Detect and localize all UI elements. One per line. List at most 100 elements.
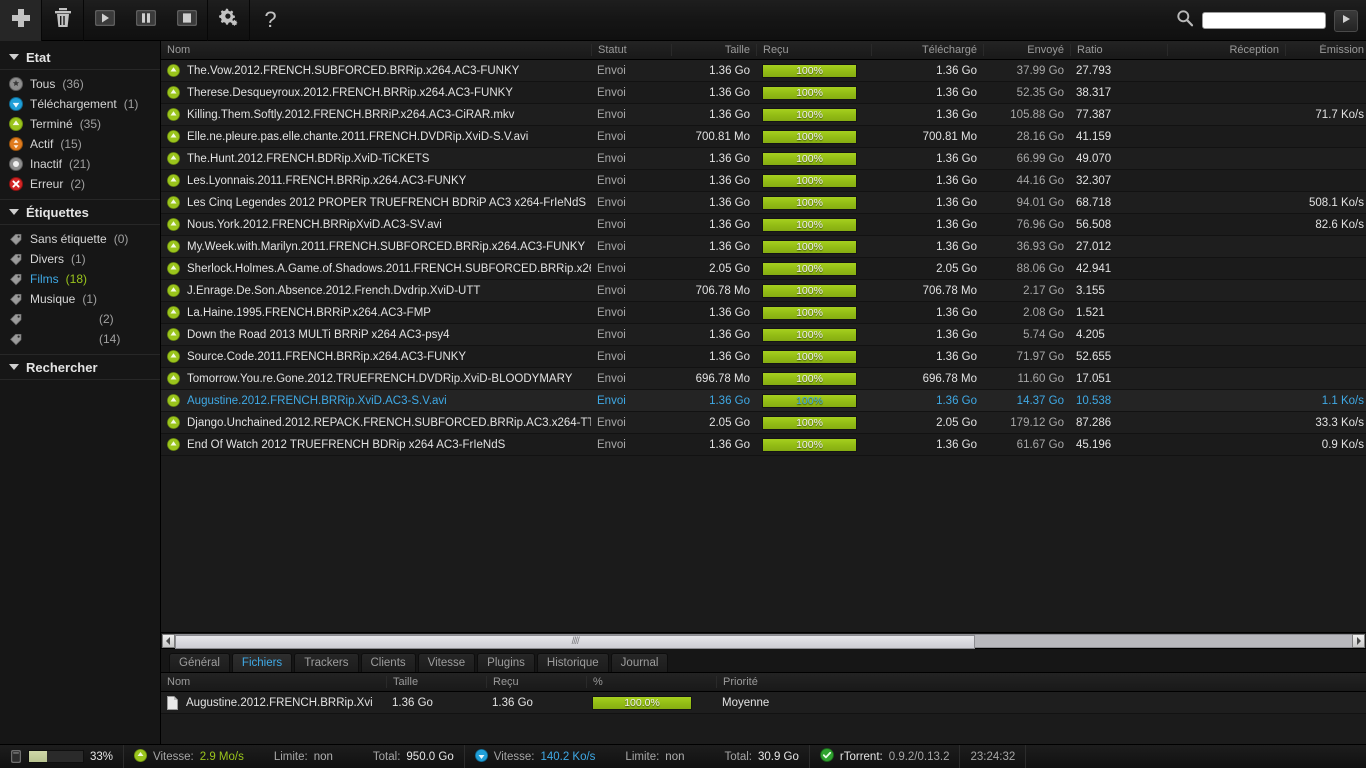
torrent-row[interactable]: Les.Lyonnais.2011.FRENCH.BRRip.x264.AC3-…	[161, 170, 1366, 192]
pause-button[interactable]	[125, 0, 166, 41]
sidebar-item-count: (2)	[99, 312, 114, 326]
torrent-row[interactable]: Nous.York.2012.FRENCH.BRRipXviD.AC3-SV.a…	[161, 214, 1366, 236]
tab-historique[interactable]: Historique	[537, 653, 609, 672]
help-button[interactable]: ?	[250, 0, 291, 41]
tab-journal[interactable]: Journal	[611, 653, 669, 672]
scroll-left-arrow[interactable]	[162, 634, 175, 648]
tab-trackers[interactable]: Trackers	[294, 653, 358, 672]
add-torrent-button[interactable]	[0, 0, 41, 41]
column-header-down-speed[interactable]: Réception	[1167, 44, 1285, 56]
file-column-header-nom[interactable]: Nom	[161, 676, 386, 688]
file-column-header-taille[interactable]: Taille	[386, 676, 486, 688]
search-input[interactable]	[1202, 12, 1326, 29]
sidebar-section-rechercher[interactable]: Rechercher	[0, 355, 160, 380]
sidebar-item-termin[interactable]: Terminé(35)	[0, 114, 160, 134]
column-header-uploaded[interactable]: Envoyé	[983, 44, 1070, 56]
sidebar-item-films[interactable]: Films(18)	[0, 269, 160, 289]
stop-button[interactable]	[166, 0, 207, 41]
disk-usage-cell[interactable]: 33%	[0, 745, 124, 768]
download-speed-cell: Vitesse: 140.2 Ko/s Limite: non Total: 3…	[465, 745, 810, 768]
file-row[interactable]: Augustine.2012.FRENCH.BRRip.Xvi1.36 Go1.…	[161, 692, 1366, 714]
column-header-name[interactable]: Nom	[161, 44, 591, 56]
torrent-name-text: Nous.York.2012.FRENCH.BRRipXviD.AC3-SV.a…	[187, 219, 442, 231]
progress-bar-label: 100%	[763, 373, 856, 385]
progress-bar-label: 100%	[763, 219, 856, 231]
torrent-row[interactable]: Down the Road 2013 MULTi BRRiP x264 AC3-…	[161, 324, 1366, 346]
sidebar-item-t-l-chargement[interactable]: Téléchargement(1)	[0, 94, 160, 114]
column-header-percent[interactable]: Reçu	[756, 44, 871, 56]
torrent-name-text: My.Week.with.Marilyn.2011.FRENCH.SUBFORC…	[187, 241, 585, 253]
remove-torrent-button[interactable]	[42, 0, 83, 41]
file-column-header-re-u[interactable]: Reçu	[486, 676, 586, 688]
sidebar-item-untitled[interactable]: (14)	[0, 329, 160, 349]
scrollbar-thumb[interactable]: ////	[175, 635, 975, 649]
scrollbar-track[interactable]: ////	[175, 634, 1352, 648]
toolbar-group-transport	[84, 0, 208, 41]
horizontal-scrollbar[interactable]: ////	[161, 632, 1366, 648]
torrent-row[interactable]: Augustine.2012.FRENCH.BRRip.XviD.AC3-S.V…	[161, 390, 1366, 412]
sidebar-item-inactif[interactable]: Inactif(21)	[0, 154, 160, 174]
column-header-status[interactable]: Statut	[591, 44, 671, 56]
settings-button[interactable]	[208, 0, 249, 41]
torrent-row[interactable]: The.Hunt.2012.FRENCH.BDRip.XviD-TiCKETSE…	[161, 148, 1366, 170]
sidebar-item-sans-tiquette[interactable]: Sans étiquette(0)	[0, 229, 160, 249]
column-header-up-speed[interactable]: Émission	[1285, 44, 1366, 56]
tab-g-n-ral[interactable]: Général	[169, 653, 230, 672]
torrent-row[interactable]: Killing.Them.Softly.2012.FRENCH.BRRiP.x2…	[161, 104, 1366, 126]
sidebar-section-etat[interactable]: Etat	[0, 45, 160, 70]
progress-bar: 100%	[762, 64, 857, 78]
tab-fichiers[interactable]: Fichiers	[232, 653, 292, 672]
torrent-row[interactable]: Tomorrow.You.re.Gone.2012.TRUEFRENCH.DVD…	[161, 368, 1366, 390]
column-header-ratio[interactable]: Ratio	[1070, 44, 1167, 56]
torrent-uploaded-cell: 179.12 Go	[983, 417, 1070, 429]
torrent-row[interactable]: La.Haine.1995.FRENCH.BRRiP.x264.AC3-FMPE…	[161, 302, 1366, 324]
sidebar-item-divers[interactable]: Divers(1)	[0, 249, 160, 269]
connected-check-icon	[820, 748, 834, 765]
file-column-header--[interactable]: %	[586, 676, 716, 688]
torrent-row[interactable]: Les Cinq Legendes 2012 PROPER TRUEFRENCH…	[161, 192, 1366, 214]
torrent-row[interactable]: End Of Watch 2012 TRUEFRENCH BDRip x264 …	[161, 434, 1366, 456]
torrent-table: NomStatutTailleReçuTéléchargéEnvoyéRatio…	[161, 41, 1366, 648]
torrent-row[interactable]: My.Week.with.Marilyn.2011.FRENCH.SUBFORC…	[161, 236, 1366, 258]
torrent-uploaded-cell: 2.17 Go	[983, 285, 1070, 297]
sidebar-item-untitled[interactable]: (2)	[0, 309, 160, 329]
search-submit-button[interactable]	[1334, 10, 1358, 32]
torrent-ratio-cell: 1.521	[1070, 307, 1167, 319]
progress-bar-label: 100%	[763, 65, 856, 77]
torrent-size-cell: 1.36 Go	[671, 351, 756, 363]
torrent-name-cell: Django.Unchained.2012.REPACK.FRENCH.SUBF…	[161, 416, 591, 429]
sidebar-section-title: Etat	[26, 50, 51, 65]
torrent-size-cell: 1.36 Go	[671, 175, 756, 187]
torrent-row[interactable]: Sherlock.Holmes.A.Game.of.Shadows.2011.F…	[161, 258, 1366, 280]
seeding-status-icon	[167, 416, 180, 429]
file-priority-cell[interactable]: Moyenne	[716, 697, 836, 709]
sidebar-item-actif[interactable]: Actif(15)	[0, 134, 160, 154]
torrent-row[interactable]: Source.Code.2011.FRENCH.BRRip.x264.AC3-F…	[161, 346, 1366, 368]
tab-vitesse[interactable]: Vitesse	[418, 653, 476, 672]
column-header-downloaded[interactable]: Téléchargé	[871, 44, 983, 56]
sidebar-section-etiquettes[interactable]: Étiquettes	[0, 200, 160, 225]
torrent-name-text: Source.Code.2011.FRENCH.BRRip.x264.AC3-F…	[187, 351, 466, 363]
scroll-right-arrow[interactable]	[1352, 634, 1365, 648]
upload-speed-cell: Vitesse: 2.9 Mo/s Limite: non Total: 950…	[124, 745, 465, 768]
tab-clients[interactable]: Clients	[361, 653, 416, 672]
file-column-header-priorit-[interactable]: Priorité	[716, 676, 836, 688]
search-icon[interactable]	[1176, 9, 1194, 32]
torrent-size-cell: 696.78 Mo	[671, 373, 756, 385]
torrent-row[interactable]: Elle.ne.pleure.pas.elle.chante.2011.FREN…	[161, 126, 1366, 148]
torrent-row[interactable]: J.Enrage.De.Son.Absence.2012.French.Dvdr…	[161, 280, 1366, 302]
torrent-status-cell: Envoi	[591, 87, 671, 99]
torrent-name-text: Les Cinq Legendes 2012 PROPER TRUEFRENCH…	[187, 197, 586, 209]
progress-cell: 100%	[756, 152, 871, 166]
column-header-size[interactable]: Taille	[671, 44, 756, 56]
sidebar-item-musique[interactable]: Musique(1)	[0, 289, 160, 309]
sidebar-section-etiquettes-list: Sans étiquette(0)Divers(1)Films(18)Musiq…	[0, 225, 160, 355]
start-button[interactable]	[84, 0, 125, 41]
torrent-name-text: The.Vow.2012.FRENCH.SUBFORCED.BRRip.x264…	[187, 65, 519, 77]
sidebar-item-tous[interactable]: Tous(36)	[0, 74, 160, 94]
torrent-row[interactable]: Therese.Desqueyroux.2012.FRENCH.BRRip.x2…	[161, 82, 1366, 104]
torrent-row[interactable]: The.Vow.2012.FRENCH.SUBFORCED.BRRip.x264…	[161, 60, 1366, 82]
sidebar-item-erreur[interactable]: Erreur(2)	[0, 174, 160, 194]
tab-plugins[interactable]: Plugins	[477, 653, 535, 672]
torrent-row[interactable]: Django.Unchained.2012.REPACK.FRENCH.SUBF…	[161, 412, 1366, 434]
